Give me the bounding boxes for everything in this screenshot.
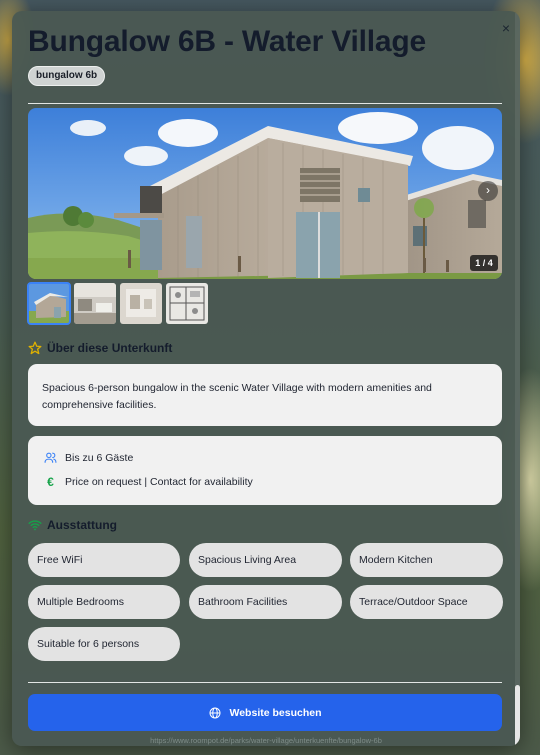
website-button-label: Website besuchen: [229, 706, 322, 719]
thumbnail-1[interactable]: [27, 282, 71, 325]
euro-icon: €: [47, 475, 54, 489]
close-icon[interactable]: ×: [497, 19, 515, 37]
amenity-chip: Modern Kitchen: [350, 543, 503, 577]
divider: [28, 103, 502, 104]
amenity-chip: Multiple Bedrooms: [28, 585, 180, 619]
gallery-counter: 1 / 4: [470, 255, 498, 271]
amenity-chip: Suitable for 6 persons: [28, 627, 180, 661]
price-text: Price on request | Contact for availabil…: [65, 476, 253, 488]
amenities-heading-label: Ausstattung: [47, 518, 117, 532]
image-gallery[interactable]: › 1 / 4: [28, 108, 502, 279]
users-icon: [44, 452, 57, 463]
wifi-icon: [28, 520, 42, 531]
info-card: Bis zu 6 Gäste € Price on request | Cont…: [28, 436, 502, 505]
amenity-chip: Spacious Living Area: [189, 543, 342, 577]
amenity-chip: Terrace/Outdoor Space: [350, 585, 503, 619]
divider: [28, 682, 502, 683]
about-heading: Über diese Unterkunft: [28, 339, 172, 357]
thumbnail-2[interactable]: [74, 283, 116, 324]
guests-text: Bis zu 6 Gäste: [65, 451, 134, 464]
amenity-chip: Bathroom Facilities: [189, 585, 342, 619]
website-button[interactable]: Website besuchen: [28, 694, 502, 731]
about-heading-label: Über diese Unterkunft: [47, 341, 173, 355]
description-card: Spacious 6-person bungalow in the scenic…: [28, 364, 502, 426]
amenities-heading: Ausstattung: [28, 516, 117, 534]
star-icon: [28, 341, 42, 355]
gallery-next-button[interactable]: ›: [478, 181, 498, 201]
thumbnail-4[interactable]: [166, 283, 208, 324]
guests-row: Bis zu 6 Gäste: [44, 451, 133, 464]
scrollbar[interactable]: [515, 13, 520, 746]
price-row: € Price on request | Contact for availab…: [44, 475, 253, 489]
accommodation-modal: × Bungalow 6B - Water Village bungalow 6…: [12, 11, 520, 746]
main-photo: [28, 108, 502, 279]
thumbnail-3[interactable]: [120, 283, 162, 324]
amenity-chip: Free WiFi: [28, 543, 180, 577]
page-title: Bungalow 6B - Water Village: [28, 25, 427, 58]
website-url: https://www.roompot.de/parks/water-villa…: [150, 736, 382, 745]
accommodation-tag: bungalow 6b: [28, 66, 106, 86]
description-text: Spacious 6-person bungalow in the scenic…: [42, 382, 432, 411]
globe-icon: [209, 707, 220, 718]
